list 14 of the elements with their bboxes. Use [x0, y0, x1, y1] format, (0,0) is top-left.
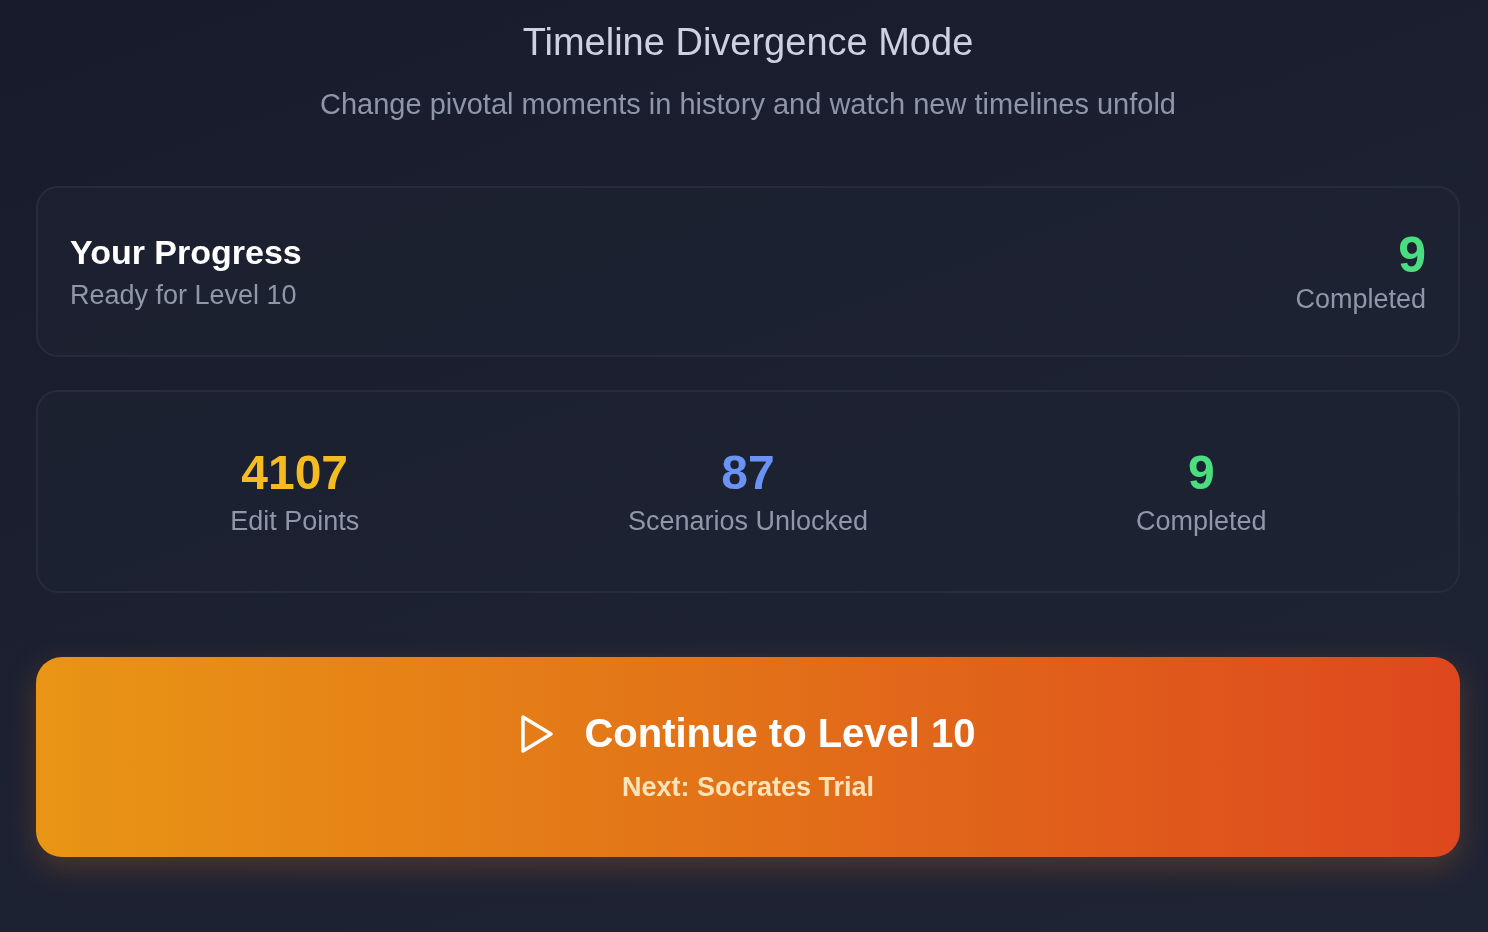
stat-label: Edit Points: [230, 506, 360, 537]
play-icon: [520, 713, 555, 754]
stat-value: 9: [1187, 446, 1215, 500]
progress-subtitle: Ready for Level 10: [70, 279, 298, 311]
page-subtitle: Change pivotal moments in history and watch new timelines unfold: [319, 87, 1177, 122]
completed-label: Completed: [1295, 284, 1426, 315]
stat-value: 4107: [241, 446, 349, 500]
stat-value: 87: [721, 446, 775, 500]
continue-button[interactable]: Continue to Level 10 Next: Socrates Trial: [36, 657, 1460, 857]
completed-count: 9: [1398, 228, 1426, 282]
progress-title: Your Progress: [70, 232, 302, 272]
stat-label: Completed: [1136, 506, 1267, 537]
stat-label: Scenarios Unlocked: [627, 506, 869, 537]
page-title: Timeline Divergence Mode: [522, 20, 974, 65]
